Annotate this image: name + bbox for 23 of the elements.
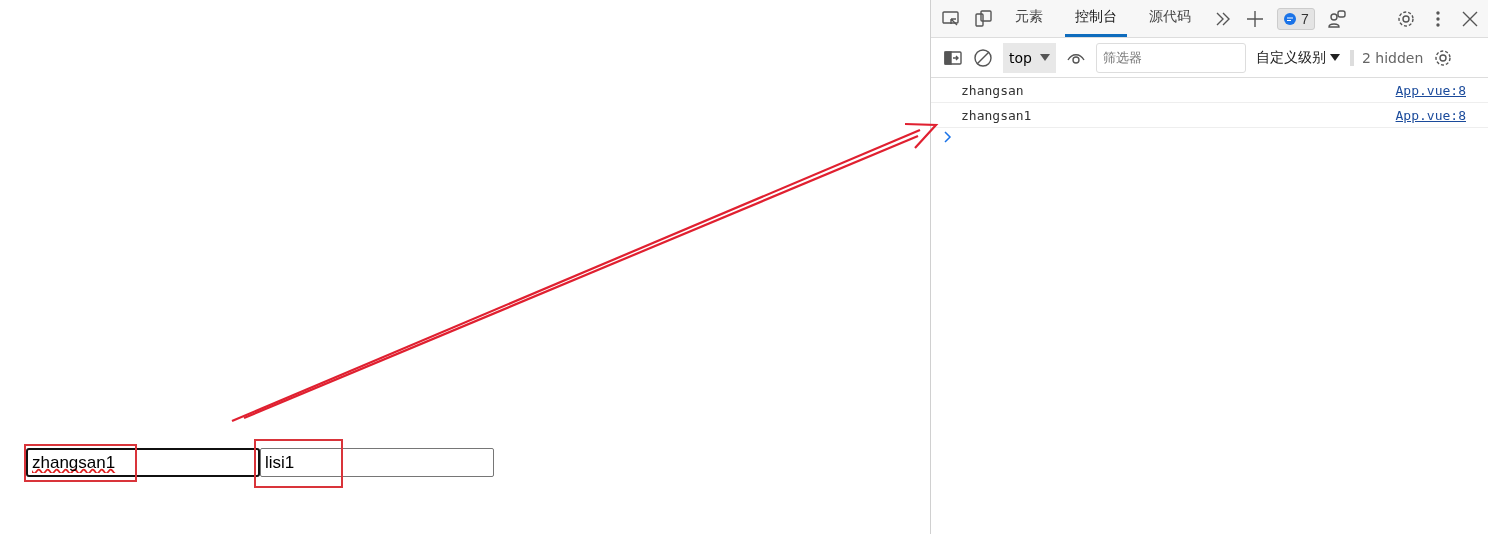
filter-field[interactable]: 筛选器 [1095,42,1246,73]
text-field[interactable]: zhangsan1 [26,448,260,477]
device-icon[interactable] [973,8,993,29]
plus-icon[interactable] [1245,8,1265,29]
text-field[interactable]: lisi1 [260,448,494,477]
hidden-count: 2 hidden [1349,49,1424,66]
tab[interactable]: 元素 [1005,0,1053,37]
tab[interactable]: 控制台 [1065,0,1127,37]
clear-icon[interactable] [973,47,993,68]
issues-badge[interactable]: 7 [1277,7,1315,30]
levels-dropdown[interactable]: 自定义级别 [1255,48,1326,67]
prompt-icon [943,130,953,144]
settings-icon[interactable] [1396,8,1416,29]
caret-icon [1329,53,1340,62]
context-dropdown[interactable]: top [1003,42,1056,73]
source-link[interactable]: App.vue:8 [1395,107,1466,123]
log-message: zhangsan1 [961,107,1032,123]
caret-icon [1039,53,1050,62]
source-link[interactable]: App.vue:8 [1395,82,1466,98]
people-icon[interactable] [1326,8,1347,29]
log-message: zhangsan [961,82,1024,98]
settings-icon[interactable] [1433,47,1454,68]
tab[interactable]: 源代码 [1139,0,1201,37]
